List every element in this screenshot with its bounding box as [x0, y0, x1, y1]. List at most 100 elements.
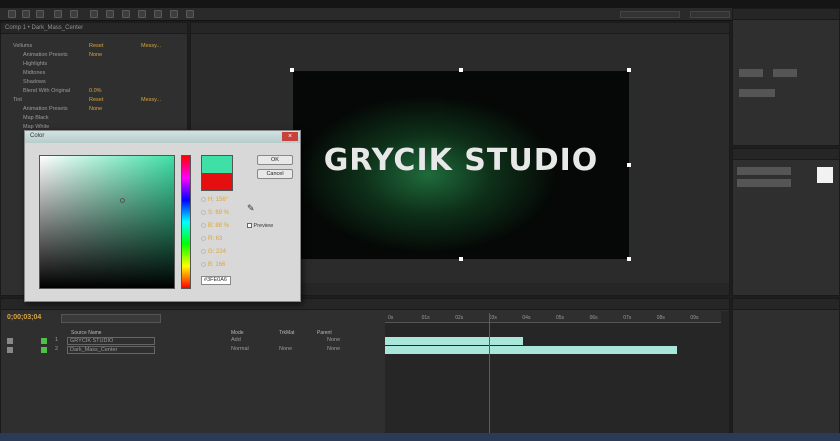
- fill-color-swatch[interactable]: [817, 167, 833, 183]
- handle-top-left[interactable]: [290, 68, 294, 72]
- ruler-tick: 02s: [455, 315, 464, 321]
- visibility-icon[interactable]: [7, 338, 13, 344]
- close-icon[interactable]: ×: [282, 132, 298, 141]
- layer-bar[interactable]: [385, 337, 523, 345]
- effect-row[interactable]: Tint Reset Messy...: [1, 97, 187, 106]
- label-color-icon[interactable]: [41, 338, 47, 344]
- selection-tool-icon[interactable]: [8, 10, 16, 18]
- paragraph-tab[interactable]: [733, 299, 839, 310]
- radio-icon[interactable]: [201, 236, 206, 241]
- search-help-field[interactable]: [690, 11, 730, 18]
- effect-row[interactable]: Vellums Reset Messy...: [1, 43, 187, 52]
- pen-tool-icon[interactable]: [122, 10, 130, 18]
- info-field-2[interactable]: [773, 69, 797, 77]
- layer-mode[interactable]: Normal: [231, 346, 249, 352]
- effect-row[interactable]: Shadows: [1, 79, 187, 88]
- layer-row[interactable]: 1 GRYCIK STUDIO Add None: [1, 337, 385, 346]
- effect-row-value[interactable]: None: [89, 106, 102, 112]
- effect-row[interactable]: Map Black: [1, 115, 187, 124]
- character-tab[interactable]: [733, 149, 839, 160]
- handle-bottom-right[interactable]: [627, 257, 631, 261]
- comp-title-text: GRYCIK STUDIO: [323, 143, 599, 178]
- color-value-field[interactable]: B: 166: [201, 262, 225, 268]
- layer-name[interactable]: GRYCIK STUDIO: [67, 337, 155, 345]
- composition-tab[interactable]: [191, 23, 729, 34]
- ok-button[interactable]: OK: [257, 155, 293, 165]
- color-value-field[interactable]: B: 88 %: [201, 223, 229, 229]
- effect-row-extra[interactable]: Messy...: [141, 43, 161, 49]
- layer-row[interactable]: 2 Dark_Mass_Center Normal None None: [1, 346, 385, 355]
- eraser-tool-icon[interactable]: [186, 10, 194, 18]
- label-color-icon[interactable]: [41, 347, 47, 353]
- layer-name[interactable]: Dark_Mass_Center: [67, 346, 155, 354]
- clone-tool-icon[interactable]: [170, 10, 178, 18]
- effect-row-extra[interactable]: Messy...: [141, 97, 161, 103]
- preview-checkbox[interactable]: Preview: [247, 223, 273, 229]
- color-value-text: B: 166: [208, 262, 226, 269]
- effect-row-value[interactable]: Reset: [89, 43, 103, 49]
- handle-top-right[interactable]: [627, 68, 631, 72]
- playhead[interactable]: [489, 313, 491, 435]
- effect-row-label: Tint: [13, 97, 22, 103]
- radio-icon[interactable]: [201, 210, 206, 215]
- layer-bar[interactable]: [385, 346, 678, 354]
- pan-tool-icon[interactable]: [90, 10, 98, 18]
- layer-parent[interactable]: None: [327, 337, 340, 343]
- rotate-tool-icon[interactable]: [54, 10, 62, 18]
- hue-slider[interactable]: [181, 155, 191, 289]
- old-color-swatch[interactable]: [201, 173, 233, 191]
- layer-parent[interactable]: None: [327, 346, 340, 352]
- timecode-display[interactable]: 0;00;03;04: [7, 314, 41, 321]
- taskbar: [0, 433, 840, 441]
- effect-row[interactable]: Animation Presets None: [1, 52, 187, 61]
- effect-row[interactable]: Midtones: [1, 70, 187, 79]
- effect-row-label: Blend With Original: [23, 88, 71, 94]
- workspace-dropdown[interactable]: [620, 11, 680, 18]
- color-value-field[interactable]: H: 156°: [201, 197, 228, 203]
- camera-tool-icon[interactable]: [70, 10, 78, 18]
- layer-mode[interactable]: Add: [231, 337, 241, 343]
- font-family-field[interactable]: [737, 167, 791, 175]
- radio-icon[interactable]: [201, 197, 206, 202]
- visibility-icon[interactable]: [7, 347, 13, 353]
- color-value-field[interactable]: R: 63: [201, 236, 222, 242]
- font-style-field[interactable]: [737, 179, 791, 187]
- color-field[interactable]: [39, 155, 175, 289]
- cancel-button[interactable]: Cancel: [257, 169, 293, 179]
- radio-icon[interactable]: [201, 223, 206, 228]
- hex-field[interactable]: #3FE0A6: [201, 276, 231, 285]
- hand-tool-icon[interactable]: [22, 10, 30, 18]
- effect-row[interactable]: Highlights: [1, 61, 187, 70]
- color-field-cursor[interactable]: [120, 198, 125, 203]
- color-value-field[interactable]: S: 69 %: [201, 210, 229, 216]
- type-tool-icon[interactable]: [138, 10, 146, 18]
- zoom-tool-icon[interactable]: [36, 10, 44, 18]
- mask-tool-icon[interactable]: [106, 10, 114, 18]
- timeline-panel: 0;00;03;04 Source Name Mode TrkMat Paren…: [0, 298, 730, 441]
- color-value-text: G: 224: [208, 249, 227, 256]
- timeline-search-field[interactable]: [61, 314, 161, 323]
- effect-row[interactable]: Animation Presets None: [1, 106, 187, 115]
- brush-tool-icon[interactable]: [154, 10, 162, 18]
- effect-row-value[interactable]: Reset: [89, 97, 103, 103]
- layer-trkmat[interactable]: None: [279, 346, 292, 352]
- time-ruler[interactable]: 0s 01s 02s 03s 04s 05s 06s 07s 08s 09s: [385, 311, 721, 323]
- radio-icon[interactable]: [201, 249, 206, 254]
- effect-row[interactable]: Blend With Original 0.0%: [1, 88, 187, 97]
- color-value-field[interactable]: G: 224: [201, 249, 226, 255]
- info-field-1[interactable]: [739, 69, 763, 77]
- effect-row-value[interactable]: 0.0%: [89, 88, 102, 94]
- effect-controls-tab[interactable]: Comp 1 • Dark_Mass_Center: [1, 23, 187, 34]
- hex-value: 3FE0A6: [207, 277, 227, 283]
- info-tab[interactable]: [733, 9, 839, 20]
- new-color-swatch: [201, 155, 233, 173]
- effect-row-value[interactable]: None: [89, 52, 102, 58]
- handle-mid-right[interactable]: [627, 163, 631, 167]
- ruler-tick: 07s: [623, 315, 632, 321]
- composition-canvas[interactable]: GRYCIK STUDIO: [293, 71, 629, 259]
- handle-top-mid[interactable]: [459, 68, 463, 72]
- radio-icon[interactable]: [201, 262, 206, 267]
- paragraph-panel: [732, 298, 840, 441]
- handle-bottom-mid[interactable]: [459, 257, 463, 261]
- info-field-3[interactable]: [739, 89, 775, 97]
